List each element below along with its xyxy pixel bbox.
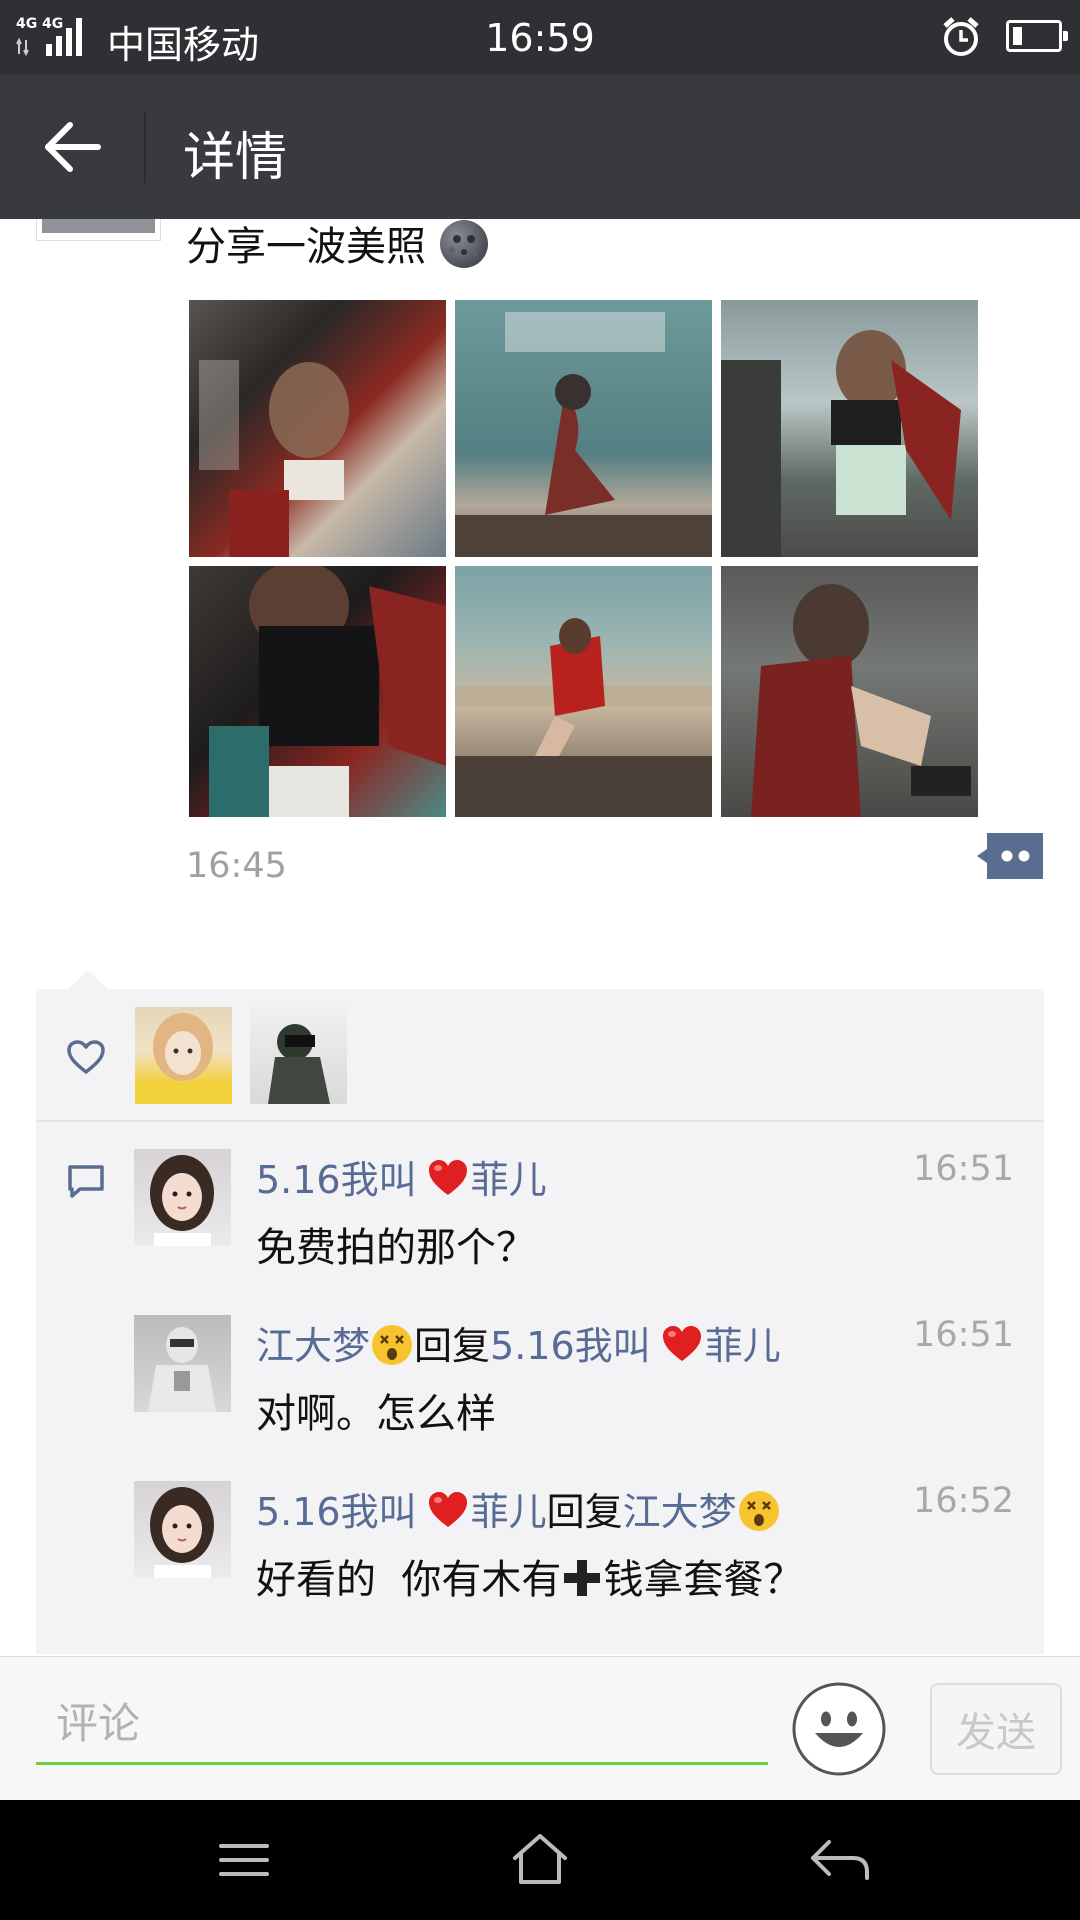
- comment-time: 16:52: [913, 1481, 1014, 1521]
- comment-header: 江大梦 回复5.16我叫 菲儿: [256, 1315, 781, 1370]
- post-photo[interactable]: [189, 300, 446, 557]
- battery-icon: [1006, 20, 1068, 52]
- reply-target-name[interactable]: 江大梦: [623, 1490, 737, 1534]
- post-text-content: 分享一波美照: [186, 224, 426, 270]
- red-heart-emoji: [428, 1492, 467, 1527]
- comment-bubble-icon: [68, 1165, 104, 1198]
- comment-text: 对啊。怎么样: [256, 1391, 496, 1437]
- comment-text-part: 钱拿套餐？: [603, 1557, 804, 1603]
- commenter-name[interactable]: 江大梦: [256, 1324, 370, 1368]
- home-icon[interactable]: [495, 1830, 585, 1890]
- commenter-name[interactable]: 5.16我叫: [256, 1490, 417, 1534]
- commenter-name-suffix[interactable]: 菲儿: [471, 1490, 547, 1534]
- comment-text-part: 好看的 你有木有: [256, 1557, 562, 1603]
- reply-label: 回复: [546, 1490, 623, 1534]
- commenter-name-suffix[interactable]: 菲儿: [471, 1158, 547, 1202]
- status-bar: 4G 4G 中国移动 16:59: [0, 0, 1080, 75]
- poster-avatar[interactable]: [36, 219, 161, 241]
- status-time: 16:59: [485, 16, 595, 60]
- reply-target-name-suffix[interactable]: 菲儿: [705, 1324, 781, 1368]
- red-heart-emoji: [662, 1326, 701, 1361]
- commenter-avatar[interactable]: [134, 1481, 231, 1578]
- comment-header: 5.16我叫 菲儿: [256, 1149, 547, 1204]
- alarm-icon: [943, 17, 979, 56]
- page-title: 详情: [183, 128, 288, 188]
- panel-arrow: [68, 971, 108, 989]
- comment-header: 5.16我叫 菲儿回复江大梦: [256, 1481, 781, 1536]
- post-photo[interactable]: [455, 300, 712, 557]
- title-divider: [144, 111, 146, 183]
- comment-item: 5.16我叫 菲儿回复江大梦 好看的 你有木有 钱拿套餐？ 16:52: [134, 1481, 1014, 1603]
- system-nav-bar: [0, 1800, 1080, 1920]
- dizzy-face-emoji: [738, 1491, 779, 1531]
- commenter-avatar[interactable]: [134, 1149, 231, 1246]
- menu-icon[interactable]: [199, 1830, 289, 1890]
- comment-dots-icon[interactable]: [977, 833, 1043, 879]
- reply-label: 回复: [414, 1324, 491, 1368]
- liker-avatar[interactable]: [135, 1007, 232, 1104]
- comments-panel: 5.16我叫 菲儿 免费拍的那个？ 16:51 江大梦 回复5.16我叫 菲儿 对啊。…: [36, 989, 1044, 1654]
- photo-grid: [189, 300, 979, 818]
- post-photo[interactable]: [721, 566, 978, 817]
- reply-target-name[interactable]: 5.16我叫: [490, 1324, 651, 1368]
- comment-input[interactable]: [36, 1685, 768, 1765]
- send-button[interactable]: 发送: [930, 1683, 1062, 1775]
- new-moon-face-emoji: [440, 220, 488, 268]
- commenter-avatar[interactable]: [134, 1315, 231, 1412]
- comment-item: 5.16我叫 菲儿 免费拍的那个？ 16:51: [134, 1149, 1014, 1271]
- commenter-name[interactable]: 5.16我叫: [256, 1158, 417, 1202]
- post-timestamp: 16:45: [186, 846, 287, 886]
- post-photo[interactable]: [455, 566, 712, 817]
- liker-avatar[interactable]: [250, 1007, 347, 1104]
- post-photo[interactable]: [189, 566, 446, 817]
- post-text: 分享一波美照: [186, 214, 488, 272]
- back-icon[interactable]: [795, 1830, 885, 1890]
- comment-input-bar: 发送: [0, 1656, 1080, 1801]
- likes-row: [36, 989, 1044, 1122]
- red-heart-emoji: [428, 1160, 467, 1195]
- heavy-plus-emoji: [564, 1560, 601, 1596]
- smiley-face-icon[interactable]: [791, 1681, 887, 1777]
- comment-text: 好看的 你有木有 钱拿套餐？: [256, 1547, 803, 1605]
- dizzy-face-emoji: [372, 1325, 413, 1365]
- comment-text: 免费拍的那个？: [256, 1225, 536, 1271]
- arrow-left-icon[interactable]: [40, 119, 104, 175]
- comment-time: 16:51: [913, 1149, 1014, 1189]
- comment-item: 江大梦 回复5.16我叫 菲儿 对啊。怎么样 16:51: [134, 1315, 1014, 1437]
- title-bar: 详情: [0, 75, 1080, 219]
- post-photo[interactable]: [721, 300, 978, 557]
- comment-time: 16:51: [913, 1315, 1014, 1355]
- heart-outline-icon: [67, 1040, 105, 1074]
